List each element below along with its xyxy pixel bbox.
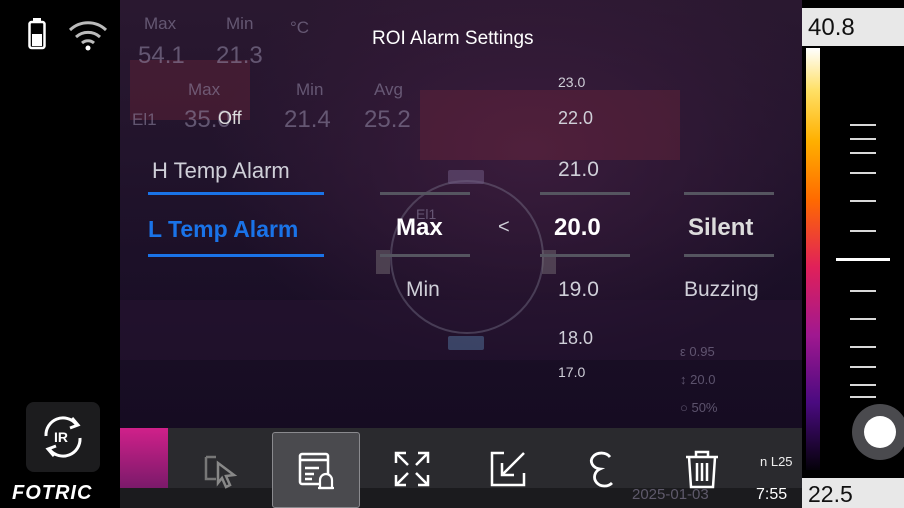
battery-icon [28, 18, 46, 50]
max-label: Max [144, 14, 177, 33]
temperature-scale[interactable]: 40.8 22.5 [802, 0, 904, 508]
picker-option: 21.0 [558, 158, 599, 181]
operator-label: < [498, 216, 510, 238]
palette-bar [806, 48, 820, 470]
fullscreen-button[interactable] [370, 434, 454, 504]
picker-option: Min [406, 278, 440, 301]
menu-item-label: L Temp Alarm [148, 216, 299, 242]
el-min-label: Min [296, 80, 324, 99]
ir-label: IR [54, 429, 68, 445]
min-label: Min [226, 14, 254, 33]
menu-item-label: H Temp Alarm [152, 158, 290, 183]
capture-button[interactable] [852, 404, 904, 460]
el-max-label: Max [188, 80, 221, 99]
trash-icon [686, 450, 718, 489]
alarm-mode-picker[interactable]: Silent Buzzing [684, 180, 776, 310]
menu-h-temp-alarm[interactable]: H Temp Alarm [148, 156, 328, 198]
alarm-type-picker[interactable]: Max Min [380, 180, 472, 310]
picker-option: 19.0 [558, 278, 599, 301]
off-label: Off [218, 108, 242, 128]
emissivity-icon [590, 451, 613, 488]
cursor-icon [204, 455, 238, 489]
el-avg-label: Avg [374, 80, 403, 99]
export-icon [490, 451, 526, 487]
el-min-value: 21.4 [284, 106, 331, 133]
emissivity-button[interactable] [560, 434, 644, 504]
picker-option: 22.0 [558, 108, 594, 128]
roi-handle-bottom[interactable] [448, 336, 484, 350]
emissivity-readout: ε 0.95 [680, 344, 715, 359]
humidity-readout: ○ 50% [680, 400, 718, 415]
select-tool-button[interactable] [178, 434, 262, 504]
bottom-toolbar: 2025-01-03 n L25 7:55 [120, 428, 802, 508]
scale-min-value: 22.5 [808, 481, 853, 507]
roi-alarm-button[interactable] [272, 432, 360, 508]
delete-button[interactable] [660, 434, 744, 504]
el-avg-value: 25.2 [364, 106, 411, 133]
wifi-icon [66, 16, 110, 52]
lens-readout: n L25 [760, 454, 793, 469]
menu-l-temp-alarm[interactable]: L Temp Alarm [148, 214, 328, 260]
ir-toggle-button[interactable]: IR [26, 402, 100, 472]
roi-alarm-icon [298, 452, 334, 490]
el-label: El1 [132, 110, 157, 129]
export-button[interactable] [466, 434, 550, 504]
picker-option: Buzzing [684, 278, 759, 301]
picker-selected: 20.0 [554, 214, 601, 241]
dialog-title: ROI Alarm Settings [372, 28, 534, 49]
scale-max-value: 40.8 [808, 14, 855, 41]
picker-option: 17.0 [558, 364, 586, 380]
picker-selected: Max [396, 214, 443, 241]
time-readout: 7:55 [756, 486, 788, 503]
max-value: 54.1 [138, 42, 185, 69]
picker-option: 18.0 [558, 328, 594, 348]
picker-option: 23.0 [558, 74, 586, 90]
unit-label: °C [290, 18, 310, 37]
picker-selected: Silent [688, 214, 754, 241]
min-value: 21.3 [216, 42, 263, 69]
level-marker[interactable] [836, 258, 890, 261]
fullscreen-icon [394, 451, 430, 487]
brand-logo: FOTRIC [12, 482, 93, 504]
threshold-value-picker[interactable]: 23.0 22.0 21.0 20.0 19.0 18.0 17.0 [540, 68, 632, 388]
reflected-temp-readout: ↕ 20.0 [680, 372, 716, 387]
